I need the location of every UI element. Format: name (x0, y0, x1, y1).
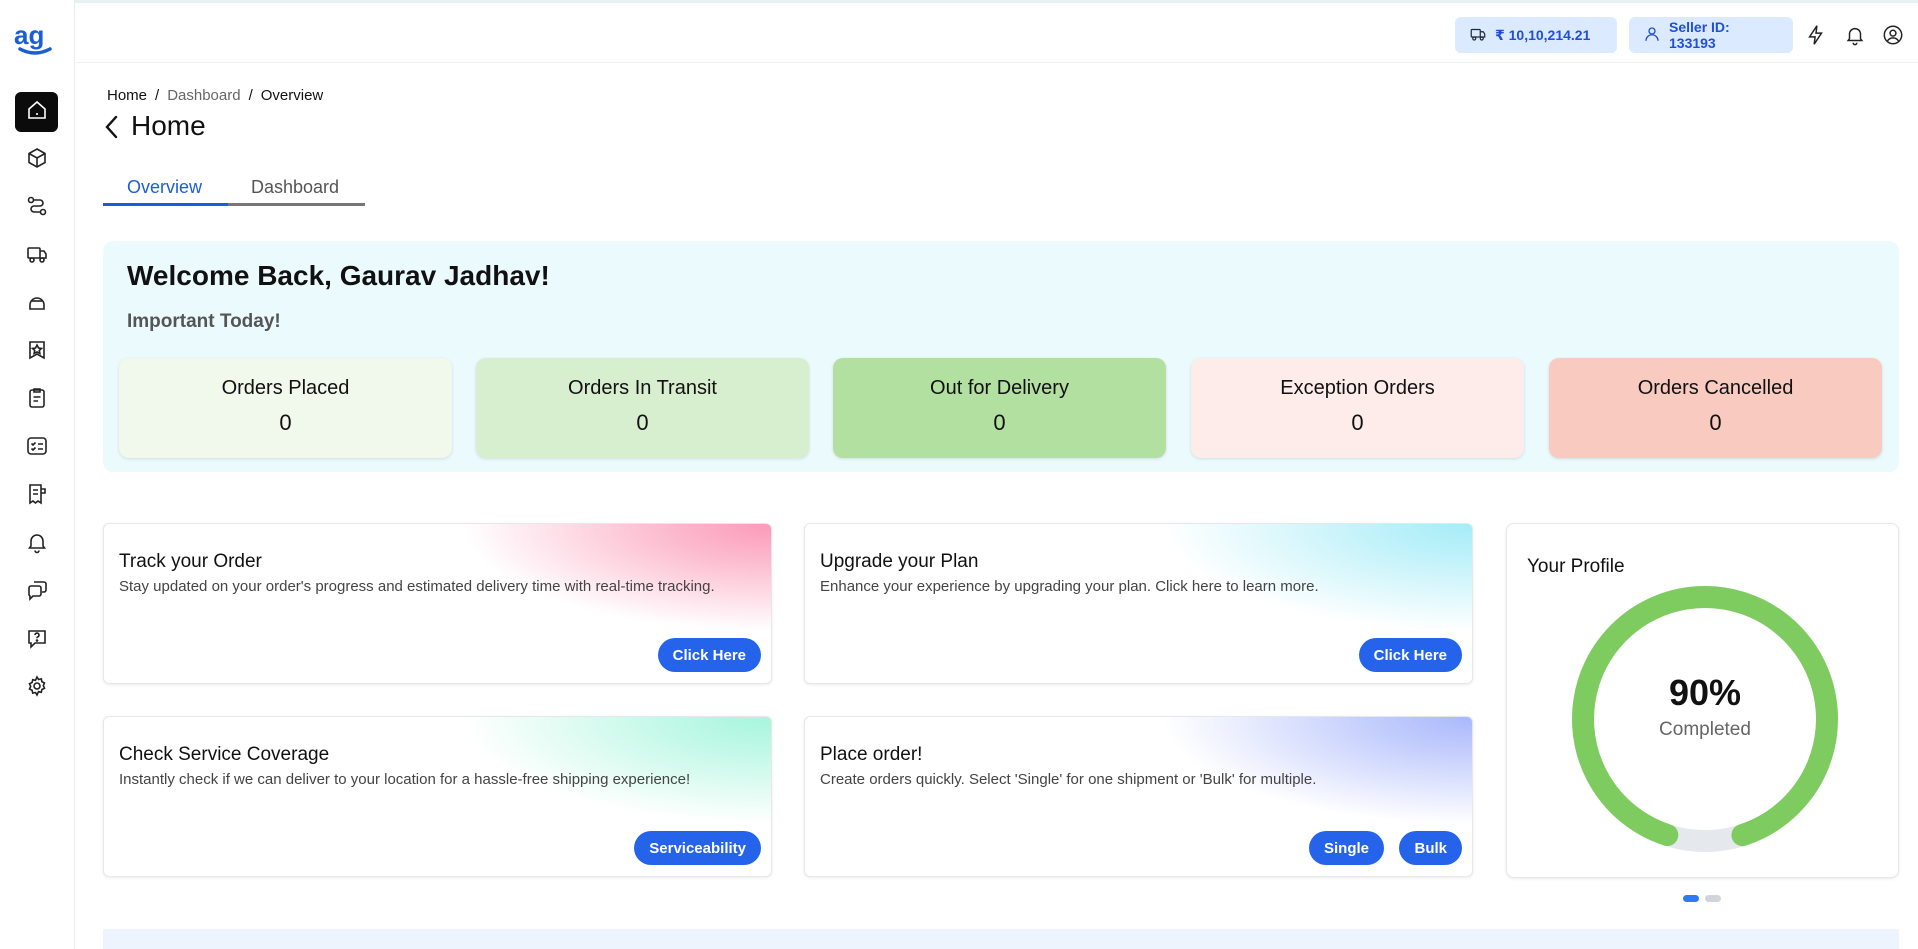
wallet-truck-icon (1469, 25, 1487, 46)
track-order-button[interactable]: Click Here (657, 638, 761, 672)
help-icon (25, 626, 49, 655)
settings-icon (25, 674, 49, 703)
breadcrumb: Home / Dashboard / Overview (107, 87, 323, 104)
service-coverage-card: Check Service Coverage Instantly check i… (103, 716, 772, 877)
active-tab-indicator (103, 203, 228, 206)
back-chevron-icon[interactable] (101, 112, 123, 142)
profile-completion-gauge: 90% Completed (1565, 579, 1845, 859)
user-outline-icon (1643, 25, 1661, 46)
breadcrumb-current: Overview (260, 87, 324, 104)
clipboard-icon (25, 386, 49, 415)
breadcrumb-dashboard[interactable]: Dashboard (167, 87, 240, 104)
checklist-icon (25, 434, 49, 463)
sidebar-item-products[interactable] (15, 140, 58, 180)
serviceability-button[interactable]: Serviceability (634, 831, 761, 865)
single-order-button[interactable]: Single (1308, 831, 1384, 865)
upgrade-plan-button[interactable]: Click Here (1358, 638, 1462, 672)
stat-label: Out for Delivery (930, 377, 1069, 399)
helmet-icon (25, 290, 49, 319)
profile-completed-label: Completed (1659, 719, 1751, 740)
profile-title: Your Profile (1527, 556, 1625, 577)
card-description: Create orders quickly. Select 'Single' f… (820, 771, 1317, 788)
sidebar-item-help[interactable] (15, 620, 58, 660)
carousel-dot-1[interactable] (1683, 895, 1699, 902)
place-order-card: Place order! Create orders quickly. Sele… (804, 716, 1473, 877)
important-today-label: Important Today! (127, 311, 281, 332)
sidebar: ag (0, 0, 75, 949)
track-order-card: Track your Order Stay updated on your or… (103, 523, 772, 684)
card-title: Place order! (820, 744, 923, 765)
bulk-order-button[interactable]: Bulk (1399, 831, 1462, 865)
page-title: Home (131, 110, 206, 141)
stat-value: 0 (1351, 410, 1364, 435)
upgrade-plan-card: Upgrade your Plan Enhance your experienc… (804, 523, 1473, 684)
stat-value: 0 (993, 410, 1006, 435)
card-title: Check Service Coverage (119, 744, 330, 765)
sidebar-item-shipments[interactable] (15, 236, 58, 276)
stat-value: 0 (636, 410, 649, 435)
logo-text: ag (14, 22, 44, 50)
card-description: Stay updated on your order's progress an… (119, 578, 715, 595)
page: ag ₹ 10,10,214.21 Seller ID: 133193 Home… (0, 0, 1918, 949)
welcome-title: Welcome Back, Gaurav Jadhav! (127, 260, 550, 291)
home-icon (25, 98, 49, 127)
breadcrumb-home[interactable]: Home (107, 87, 147, 104)
stat-orders-in-transit[interactable]: Orders In Transit 0 (476, 358, 809, 458)
tab-dashboard[interactable]: Dashboard (251, 177, 339, 198)
card-title: Upgrade your Plan (820, 551, 979, 572)
seller-id-button[interactable]: Seller ID: 133193 (1629, 17, 1793, 53)
profile-percent: 90% (1668, 672, 1742, 713)
stat-exception-orders[interactable]: Exception Orders 0 (1191, 358, 1524, 458)
breadcrumb-separator: / (155, 87, 160, 104)
stat-value: 0 (1709, 410, 1722, 435)
stat-label: Orders Cancelled (1637, 377, 1794, 399)
invoice-icon (25, 482, 49, 511)
carousel-dots (1683, 895, 1721, 902)
sidebar-item-courier[interactable] (15, 284, 58, 324)
wallet-balance: ₹ 10,10,214.21 (1495, 26, 1591, 43)
tab-overview[interactable]: Overview (127, 177, 202, 198)
sidebar-item-billing[interactable] (15, 476, 58, 516)
profile-card[interactable]: Your Profile 90% Completed (1506, 523, 1899, 878)
stat-label: Orders Placed (221, 377, 350, 399)
badge-star-icon (25, 338, 49, 367)
box-icon (25, 146, 49, 175)
account-user-icon[interactable] (1880, 22, 1906, 48)
seller-id: Seller ID: 133193 (1669, 19, 1730, 51)
stat-out-for-delivery[interactable]: Out for Delivery 0 (833, 358, 1166, 458)
top-bar: ₹ 10,10,214.21 Seller ID: 133193 (76, 3, 1918, 63)
breadcrumb-separator: / (248, 87, 253, 104)
card-description: Enhance your experience by upgrading you… (820, 578, 1319, 595)
stat-label: Exception Orders (1280, 377, 1435, 399)
stat-value: 0 (279, 410, 292, 435)
stat-label: Orders In Transit (568, 377, 717, 399)
wallet-balance-button[interactable]: ₹ 10,10,214.21 (1455, 17, 1617, 53)
sidebar-item-settings[interactable] (15, 668, 58, 708)
sidebar-item-home[interactable] (15, 92, 58, 132)
sidebar-item-orders[interactable] (15, 380, 58, 420)
next-section-strip (103, 929, 1899, 949)
sidebar-item-tasks[interactable] (15, 428, 58, 468)
chat-icon (25, 578, 49, 607)
truck-icon (25, 242, 49, 271)
card-description: Instantly check if we can deliver to you… (119, 771, 691, 788)
stat-orders-placed[interactable]: Orders Placed 0 (119, 358, 452, 458)
sidebar-item-messages[interactable] (15, 572, 58, 612)
bell-icon (25, 530, 49, 559)
app-logo[interactable]: ag (14, 20, 56, 56)
notifications-bell-icon[interactable] (1842, 22, 1868, 48)
route-icon (25, 194, 49, 223)
bolt-icon[interactable] (1803, 22, 1829, 48)
carousel-dot-2[interactable] (1705, 895, 1721, 902)
tab-bar: Overview Dashboard (103, 175, 365, 206)
sidebar-item-rewards[interactable] (15, 332, 58, 372)
card-title: Track your Order (119, 551, 262, 572)
sidebar-item-notifications[interactable] (15, 524, 58, 564)
sidebar-item-routes[interactable] (15, 188, 58, 228)
stat-orders-cancelled[interactable]: Orders Cancelled 0 (1549, 358, 1882, 458)
welcome-panel: Welcome Back, Gaurav Jadhav! Important T… (103, 241, 1899, 472)
